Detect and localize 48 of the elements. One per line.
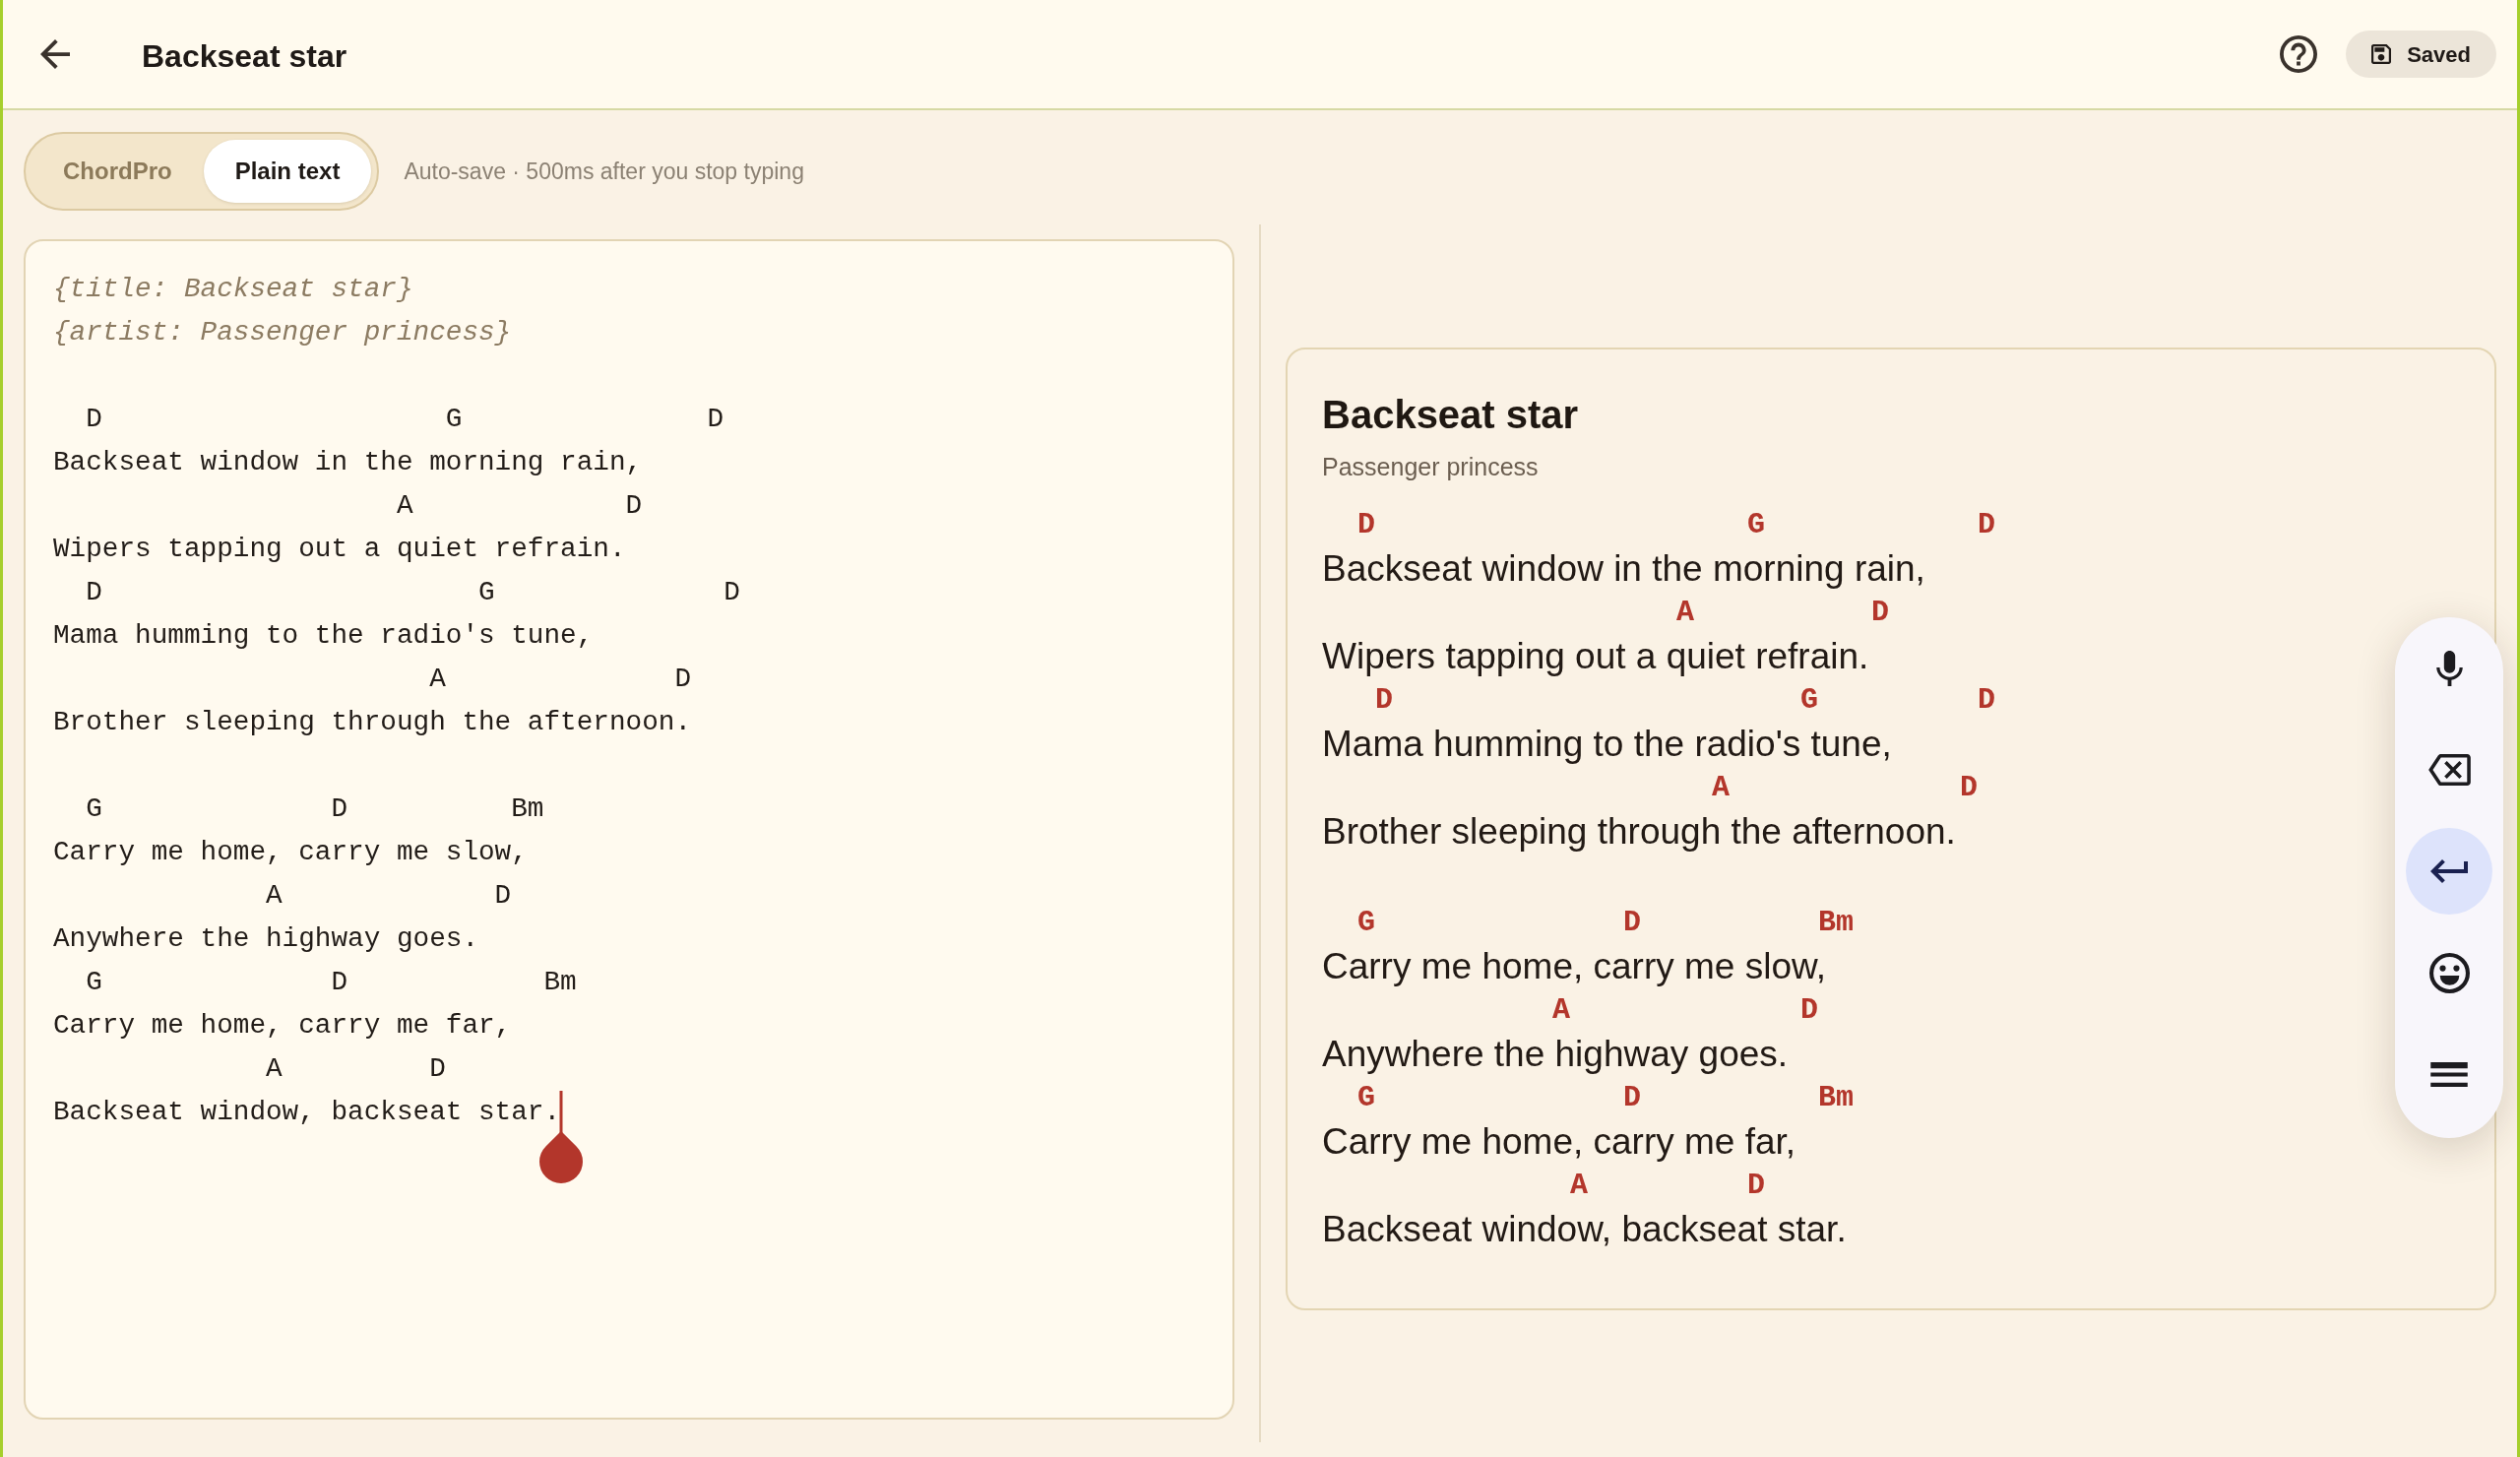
- chord-line: A D: [396, 490, 643, 521]
- artist-name: Passenger princess: [1322, 452, 1539, 482]
- lyric-line: Carry me home, carry me far,: [1322, 1120, 1796, 1164]
- smiley-icon: [2428, 952, 2470, 993]
- lyric-line: Mama humming to the radio's tune,: [1322, 723, 1892, 766]
- chord-line: A D: [266, 880, 512, 911]
- chord-line: G D Bm: [86, 967, 577, 997]
- lyric-line: Mama humming to the radio's tune,: [53, 620, 594, 651]
- backspace-icon: [2427, 754, 2471, 786]
- arrow-left-icon: [40, 39, 70, 69]
- microphone-icon: [2435, 651, 2463, 686]
- directive-line: {title: Backseat star}: [53, 274, 413, 304]
- chord-line: A D: [1570, 1169, 1766, 1202]
- chord-line: G D Bm: [1357, 1081, 1855, 1114]
- lyric-line: Wipers tapping out a quiet refrain.: [1322, 635, 1869, 678]
- chord-line: D G D: [86, 404, 724, 434]
- lyric-line: Carry me home, carry me far,: [53, 1010, 512, 1041]
- editor-field[interactable]: [24, 239, 1234, 1420]
- chord-line: A D: [429, 664, 691, 694]
- chord-line: A D: [266, 1053, 446, 1084]
- lyric-line: Backseat window in the morning rain,: [1322, 547, 1925, 591]
- chord-line: D G D: [1375, 683, 1996, 717]
- lyric-line: Brother sleeping through the afternoon.: [53, 707, 691, 737]
- lyric-line: Backseat window in the morning rain,: [53, 447, 643, 477]
- chord-line: G D Bm: [1357, 906, 1855, 939]
- chord-line: A D: [1676, 596, 1890, 629]
- chord-line: A D: [1552, 993, 1819, 1027]
- chord-line: G D Bm: [86, 793, 544, 824]
- lyric-line: Wipers tapping out a quiet refrain.: [53, 534, 626, 564]
- lyric-line: Carry me home, carry me slow,: [53, 837, 528, 867]
- chord-line: D G D: [1357, 508, 1996, 541]
- saved-button[interactable]: Saved: [2346, 31, 2496, 78]
- help-icon: [2280, 35, 2318, 73]
- lyric-line: Brother sleeping through the afternoon.: [1322, 810, 1956, 854]
- return-arrow-icon: [2430, 859, 2468, 883]
- lyric-line: Anywhere the highway goes.: [53, 923, 478, 954]
- mode-tab[interactable]: Plain text: [203, 140, 372, 203]
- menu-icon: [2430, 1061, 2468, 1087]
- lyric-line: Anywhere the highway goes.: [1322, 1033, 1789, 1076]
- lyric-line: Backseat window, backseat star.: [53, 1097, 561, 1127]
- page-title: Backseat star: [142, 37, 347, 76]
- autosave-hint: Auto-save · 500ms after you stop typing: [404, 158, 804, 186]
- song-title: Backseat star: [1322, 392, 1579, 438]
- directive-line: {artist: Passenger princess}: [53, 317, 512, 348]
- chord-line: D G D: [86, 577, 740, 607]
- chord-line: A D: [1712, 771, 1979, 804]
- lyric-line: Carry me home, carry me slow,: [1322, 945, 1826, 988]
- lyric-line: Backseat window, backseat star.: [1322, 1208, 1847, 1251]
